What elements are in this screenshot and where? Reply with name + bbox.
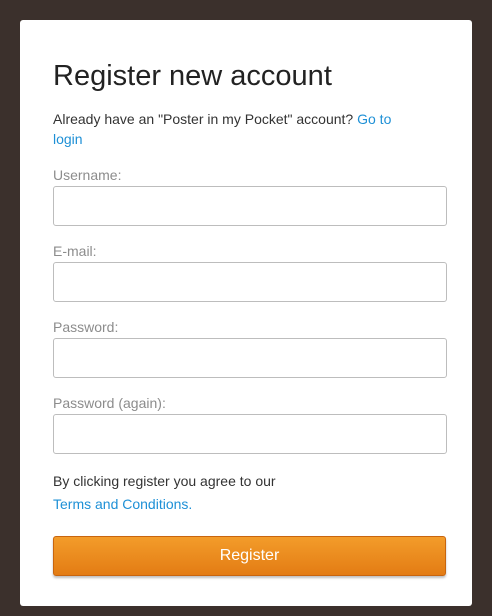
register-button[interactable]: Register xyxy=(53,536,446,576)
username-label: Username: xyxy=(53,167,122,183)
login-prompt-text: Already have an "Poster in my Pocket" ac… xyxy=(53,111,354,127)
terms-notice: By clicking register you agree to our Te… xyxy=(53,470,413,516)
password-again-label: Password (again): xyxy=(53,395,166,411)
password-again-input[interactable] xyxy=(53,414,447,454)
registration-panel: Register new account Already have an "Po… xyxy=(20,20,472,606)
page-title: Register new account xyxy=(53,60,332,92)
password-input[interactable] xyxy=(53,338,447,378)
username-input[interactable] xyxy=(53,186,447,226)
login-prompt: Already have an "Poster in my Pocket" ac… xyxy=(53,109,413,149)
password-label: Password: xyxy=(53,319,119,335)
terms-and-conditions-link[interactable]: Terms and Conditions. xyxy=(53,496,192,512)
email-label: E-mail: xyxy=(53,243,97,259)
email-input[interactable] xyxy=(53,262,447,302)
terms-text: By clicking register you agree to our xyxy=(53,473,276,489)
